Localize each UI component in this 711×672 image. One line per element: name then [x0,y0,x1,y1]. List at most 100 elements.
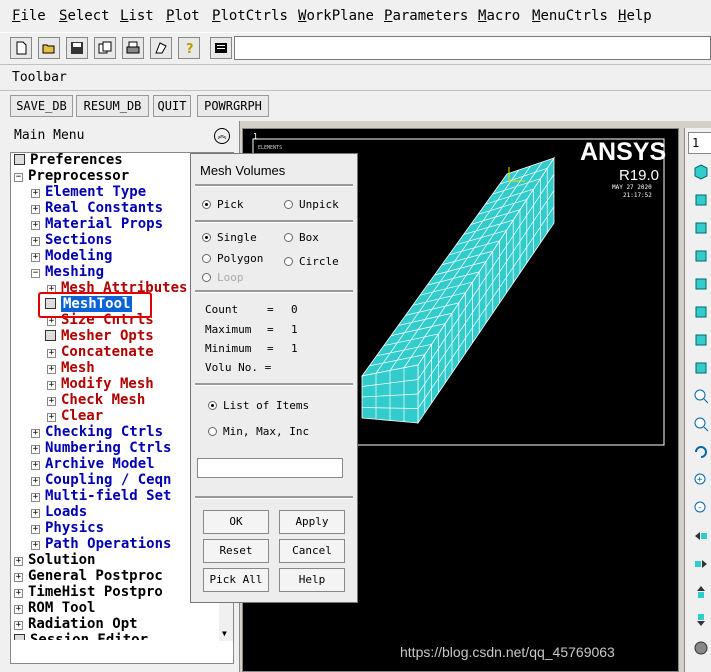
tree-item-radiation-opt[interactable]: + Radiation Opt [14,616,138,632]
tree-item-modeling[interactable]: + Modeling [31,248,112,264]
mesh-volumes-dialog: Mesh Volumes Pick Unpick Single Box Poly… [190,153,358,603]
count-equals: = [267,303,274,316]
volu-no-label: Volu No. = [205,361,272,374]
meshed-beam [361,156,555,425]
menu-parameters[interactable]: Parameters [384,8,468,24]
scroll-down-icon[interactable]: ▼ [222,629,227,638]
tree-item-concatenate[interactable]: + Concatenate [47,344,154,360]
tree-item-mesh[interactable]: + Mesh [47,360,95,376]
tree-item-rom-tool[interactable]: + ROM Tool [14,600,95,616]
tree-item-modify-mesh[interactable]: + Modify Mesh [47,376,154,392]
copy-icon[interactable] [94,37,116,59]
toolbar-header: Toolbar [0,64,711,91]
version-label: R19.0 [619,167,659,184]
menu-plotctrls[interactable]: PlotCtrls [212,8,288,24]
maximum-equals: = [267,323,274,336]
minimum-equals: = [267,342,274,355]
quit-button[interactable]: QUIT [153,95,191,117]
apply-button[interactable]: Apply [279,510,345,534]
tree-item-session-editor[interactable]: Session Editor [14,632,148,640]
box-radio[interactable]: Box [284,231,319,244]
menu-macro[interactable]: Macro [478,8,520,24]
toolbar-label: Toolbar [12,70,67,85]
list-of-items-radio[interactable]: List of Items [208,399,309,412]
elements-label: ELEMENTS [258,145,282,151]
pick-all-button[interactable]: Pick All [203,568,269,592]
count-label: Count [205,303,239,316]
view-toolbar: 1 + - [684,128,711,672]
tree-item-meshing[interactable]: − Meshing [31,264,104,280]
command-window-icon[interactable] [210,37,232,59]
tree-item-path-operations[interactable]: + Path Operations [31,536,171,552]
count-value: 0 [291,303,298,316]
help-icon[interactable]: ? [178,37,200,59]
reset-view-icon [694,641,708,655]
unpick-radio[interactable]: Unpick [284,198,339,211]
tree-item-mesher-opts[interactable]: Mesher Opts [45,328,154,344]
right-view-icon [695,334,707,346]
tree-item-material-props[interactable]: + Material Props [31,216,163,232]
resum-db-button[interactable]: RESUM_DB [76,95,149,117]
pan-right-icon [695,560,707,568]
report-icon[interactable] [150,37,172,59]
separator [195,220,353,223]
tree-item-general-postproc[interactable]: + General Postproc [14,568,163,584]
maximum-label: Maximum [205,323,252,336]
window-select[interactable]: 1 [688,132,711,154]
rotate-icon [695,446,707,458]
tree-item-loads[interactable]: + Loads [31,504,87,520]
menu-menuctrls[interactable]: MenuCtrls [532,8,608,24]
collapse-icon[interactable]: ︽ [214,128,230,144]
tree-item-real-constants[interactable]: + Real Constants [31,200,163,216]
tree-item-timehist-postpro[interactable]: + TimeHist Postpro [14,584,163,600]
separator [195,290,353,293]
menu-workplane[interactable]: WorkPlane [298,8,374,24]
tree-item-preferences[interactable]: Preferences [14,152,123,168]
tree-item-clear[interactable]: + Clear [47,408,103,424]
reset-button[interactable]: Reset [203,539,269,563]
oblique-view-icon [695,362,707,374]
ansys-logo: ANSYS [580,138,666,166]
tree-item-solution[interactable]: + Solution [14,552,95,568]
tree-item-physics[interactable]: + Physics [31,520,104,536]
menu-plot[interactable]: Plot [166,8,200,24]
polygon-radio[interactable]: Polygon [202,252,263,265]
help-button[interactable]: Help [279,568,345,592]
menu-file[interactable]: File [12,8,46,24]
pan-left-icon [695,532,707,540]
circle-radio[interactable]: Circle [284,255,339,268]
min-max-inc-radio[interactable]: Min, Max, Inc [208,425,309,438]
separator [195,383,353,386]
tree-item-multi-field-set[interactable]: + Multi-field Set [31,488,171,504]
tree-item-check-mesh[interactable]: + Check Mesh [47,392,145,408]
tree-item-preprocessor[interactable]: − Preprocessor [14,168,129,184]
watermark: https://blog.csdn.net/qq_45769063 [400,644,615,660]
menu-help[interactable]: Help [618,8,652,24]
tree-item-sections[interactable]: + Sections [31,232,112,248]
main-menu-title: Main Menu [14,128,85,143]
menu-select[interactable]: Select [59,8,110,24]
open-folder-icon[interactable] [38,37,60,59]
menu-list[interactable]: List [120,8,154,24]
tree-item-archive-model[interactable]: + Archive Model [31,456,155,472]
save-db-button[interactable]: SAVE_DB [10,95,73,117]
menu-bar: File Select List Plot PlotCtrls WorkPlan… [0,0,711,32]
command-input[interactable] [234,36,711,60]
save-icon[interactable] [66,37,88,59]
new-file-icon[interactable] [10,37,32,59]
tree-item-coupling-ceqn[interactable]: + Coupling / Ceqn [31,472,171,488]
powrgrph-button[interactable]: POWRGRPH [197,95,269,117]
ok-button[interactable]: OK [203,510,269,534]
print-icon[interactable] [122,37,144,59]
top-view-icon [695,250,707,262]
pick-radio[interactable]: Pick [202,198,244,211]
minimum-label: Minimum [205,342,252,355]
pan-up-icon [697,586,705,598]
pick-entry-field[interactable] [197,458,343,478]
separator [195,184,353,187]
cancel-button[interactable]: Cancel [279,539,345,563]
tree-item-numbering-ctrls[interactable]: + Numbering Ctrls [31,440,171,456]
tree-item-checking-ctrls[interactable]: + Checking Ctrls [31,424,163,440]
tree-item-element-type[interactable]: + Element Type [31,184,146,200]
single-radio[interactable]: Single [202,231,257,244]
